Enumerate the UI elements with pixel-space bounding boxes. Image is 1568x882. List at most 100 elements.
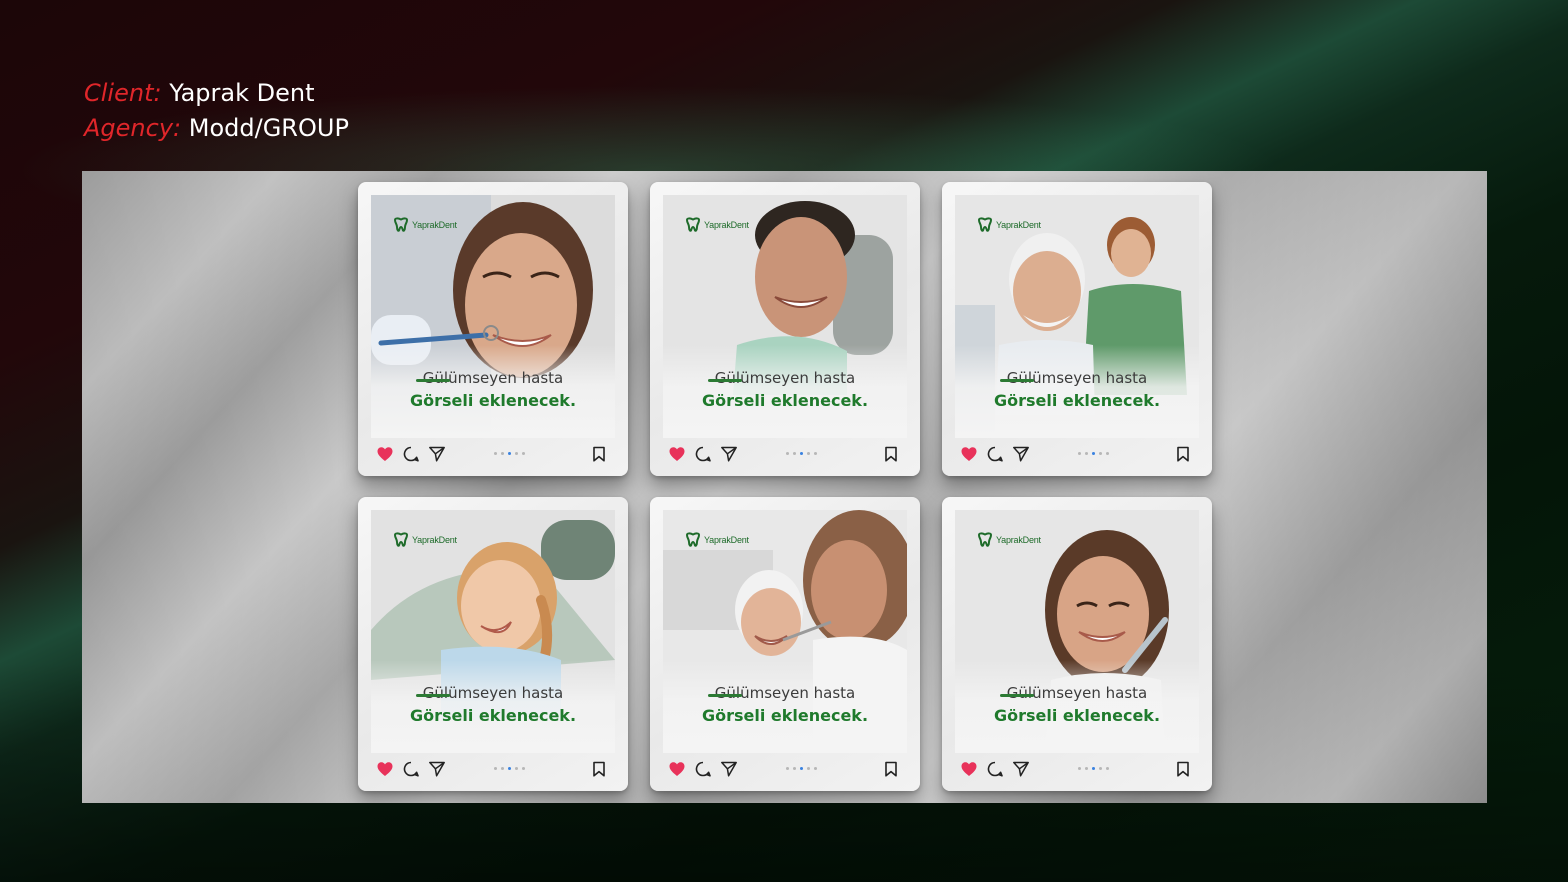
carousel-dot [501,452,504,455]
brand-logo: YaprakDent [393,217,457,233]
brand-logo-text: YaprakDent [996,220,1041,230]
agency-name: Modd/GROUP [188,114,349,142]
caption-line-1: Gülümseyen hasta [707,682,855,704]
bookmark-icon[interactable] [590,760,608,778]
caption-line-1: Gülümseyen hasta [707,367,856,389]
caption-line-1-text: Gülümseyen hasta [714,369,856,387]
carousel-dot [1106,767,1109,770]
caption-line-2: Görseli eklenecek. [409,706,577,725]
carousel-dot [515,767,518,770]
comment-icon[interactable] [694,445,712,463]
caption-line-2: Görseli eklenecek. [701,391,869,410]
post-image: YaprakDent Gülümseyen hasta Görseli ekle… [955,195,1199,438]
post-actions [960,444,1194,464]
carousel-dot [1099,767,1102,770]
send-icon[interactable] [720,445,738,463]
post-image: YaprakDent Gülümseyen hasta Görseli ekle… [663,510,907,753]
carousel-dot [793,452,796,455]
caption-line-2: Görseli eklenecek. [993,391,1161,410]
instagram-post-card-6[interactable]: YaprakDent Gülümseyen hasta Görseli ekle… [942,497,1212,791]
bookmark-icon[interactable] [882,445,900,463]
tooth-logo-icon [393,532,409,547]
post-image: YaprakDent Gülümseyen hasta Görseli ekle… [955,510,1199,753]
mockup-panel: YaprakDent Gülümseyen hasta Görseli ekle… [82,171,1487,803]
post-caption: Gülümseyen hasta Görseli eklenecek. [371,367,615,413]
carousel-dot [508,452,511,455]
instagram-post-card-2[interactable]: YaprakDent Gülümseyen hasta Görseli ekle… [650,182,920,476]
carousel-dots [1078,767,1109,770]
post-caption: Gülümseyen hasta Görseli eklenecek. [663,682,907,728]
carousel-dots [786,452,817,455]
carousel-dot [1085,767,1088,770]
post-caption: Gülümseyen hasta Görseli eklenecek. [955,367,1199,413]
post-actions [668,759,902,779]
brand-logo-text: YaprakDent [412,535,457,545]
caption-line-1: Gülümseyen hasta [415,682,563,704]
brand-logo: YaprakDent [977,217,1041,233]
bookmark-icon[interactable] [1174,760,1192,778]
caption-accent-bar [707,694,742,697]
comment-icon[interactable] [402,445,420,463]
post-image: YaprakDent Gülümseyen hasta Görseli ekle… [371,510,615,753]
heart-icon[interactable] [376,445,394,463]
brand-logo: YaprakDent [685,532,749,548]
heart-icon[interactable] [668,760,686,778]
heart-icon[interactable] [668,445,686,463]
caption-line-1-text: Gülümseyen hasta [1006,369,1148,387]
post-caption: Gülümseyen hasta Görseli eklenecek. [371,682,615,728]
carousel-dot [1099,452,1102,455]
carousel-dot [1106,452,1109,455]
carousel-dot [494,767,497,770]
send-icon[interactable] [428,445,446,463]
carousel-dot [786,767,789,770]
bookmark-icon[interactable] [1174,445,1192,463]
carousel-dot [814,452,817,455]
comment-icon[interactable] [402,760,420,778]
instagram-post-card-5[interactable]: YaprakDent Gülümseyen hasta Görseli ekle… [650,497,920,791]
credits: Client: Yaprak Dent Agency: Modd/GROUP [84,76,349,146]
send-icon[interactable] [428,760,446,778]
send-icon[interactable] [1012,760,1030,778]
caption-line-2: Görseli eklenecek. [701,706,869,725]
carousel-dot [814,767,817,770]
brand-logo: YaprakDent [393,532,457,548]
send-icon[interactable] [1012,445,1030,463]
post-caption: Gülümseyen hasta Görseli eklenecek. [663,367,907,413]
caption-accent-bar [999,379,1034,382]
post-actions [960,759,1194,779]
brand-logo: YaprakDent [685,217,749,233]
bookmark-icon[interactable] [882,760,900,778]
comment-icon[interactable] [986,760,1004,778]
brand-logo-text: YaprakDent [704,220,749,230]
comment-icon[interactable] [694,760,712,778]
instagram-post-card-1[interactable]: YaprakDent Gülümseyen hasta Görseli ekle… [358,182,628,476]
post-actions [376,444,610,464]
post-caption: Gülümseyen hasta Görseli eklenecek. [955,682,1199,728]
carousel-dot [508,767,511,770]
brand-logo-text: YaprakDent [704,535,749,545]
agency-line: Agency: Modd/GROUP [84,111,349,146]
comment-icon[interactable] [986,445,1004,463]
carousel-dot [807,452,810,455]
heart-icon[interactable] [960,760,978,778]
instagram-post-card-4[interactable]: YaprakDent Gülümseyen hasta Görseli ekle… [358,497,628,791]
carousel-dots [494,767,525,770]
heart-icon[interactable] [376,760,394,778]
heart-icon[interactable] [960,445,978,463]
carousel-dot [1085,452,1088,455]
caption-accent-bar [415,694,450,697]
instagram-post-card-3[interactable]: YaprakDent Gülümseyen hasta Görseli ekle… [942,182,1212,476]
tooth-logo-icon [685,532,701,547]
carousel-dot [1078,452,1081,455]
caption-line-2: Görseli eklenecek. [993,706,1161,725]
send-icon[interactable] [720,760,738,778]
client-name: Yaprak Dent [169,79,315,107]
carousel-dot [1092,452,1095,455]
post-image: YaprakDent Gülümseyen hasta Görseli ekle… [663,195,907,438]
carousel-dots [786,767,817,770]
carousel-dots [494,452,525,455]
bookmark-icon[interactable] [590,445,608,463]
caption-line-1: Gülümseyen hasta [415,367,563,389]
carousel-dot [800,767,803,770]
caption-accent-bar [707,379,742,382]
